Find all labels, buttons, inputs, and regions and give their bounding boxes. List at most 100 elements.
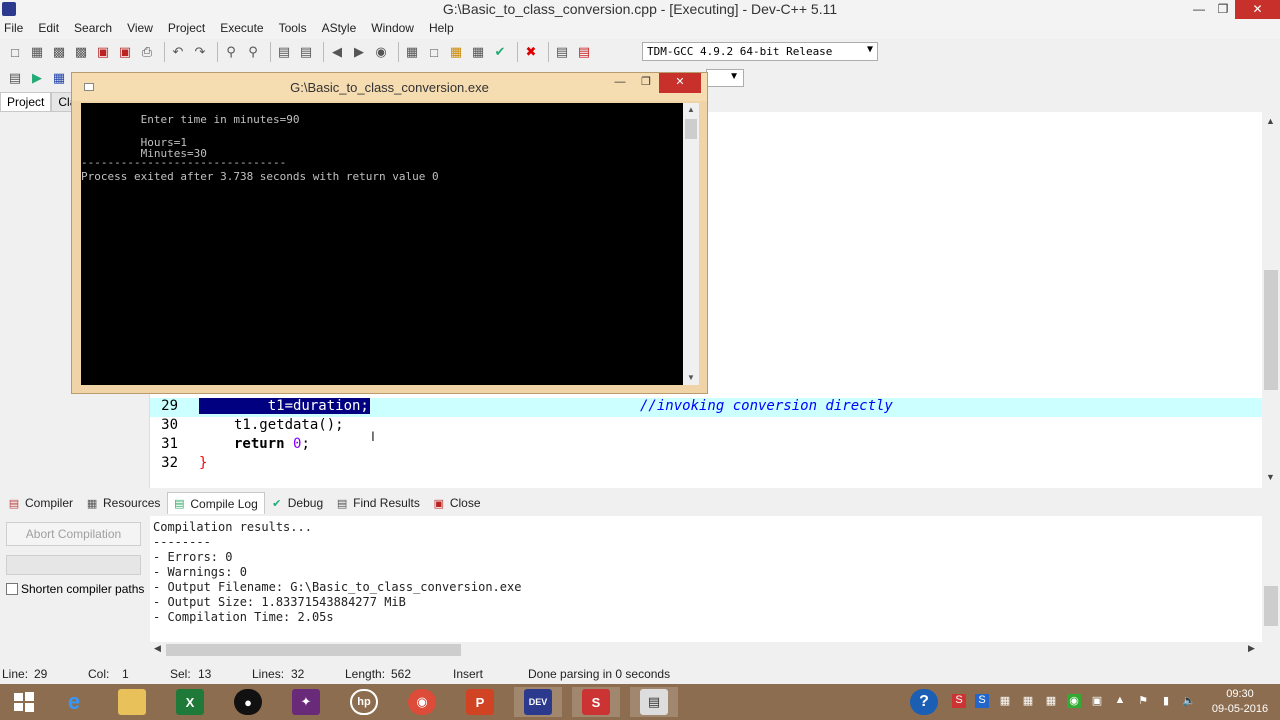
shorten-paths-option[interactable]: Shorten compiler paths: [6, 582, 144, 596]
tab-compiler[interactable]: ▤ Compiler: [2, 492, 80, 514]
menu-astyle[interactable]: AStyle: [322, 19, 364, 39]
start-button[interactable]: [0, 687, 48, 717]
compile-run-icon[interactable]: ▦: [447, 43, 465, 61]
save-all-icon[interactable]: ▩: [72, 43, 90, 61]
run-icon[interactable]: □: [425, 43, 443, 61]
indent-icon[interactable]: ◀: [328, 43, 346, 61]
taskbar-powerpoint[interactable]: P: [456, 687, 504, 717]
toggle-comment-icon[interactable]: ◉: [372, 43, 390, 61]
taskbar-devcpp[interactable]: DEV: [514, 687, 562, 717]
tab-compile-log[interactable]: ▤ Compile Log: [167, 492, 265, 514]
code-line-29[interactable]: 29 t1=duration; //invoking conversion di…: [150, 398, 1262, 417]
taskbar-explorer[interactable]: [108, 687, 156, 717]
console-maximize-button[interactable]: ❐: [633, 73, 659, 93]
tray-network-icon[interactable]: ▲: [1113, 694, 1127, 708]
scrollbar-thumb[interactable]: [166, 644, 461, 656]
abort-compilation-button[interactable]: Abort Compilation: [6, 522, 141, 546]
taskbar-console[interactable]: ▤: [630, 687, 678, 717]
menu-file[interactable]: File: [4, 19, 30, 39]
goto-line-icon[interactable]: ▤: [275, 43, 293, 61]
volume-icon[interactable]: 🔈: [1182, 694, 1196, 708]
selected-code[interactable]: t1=duration;: [199, 398, 370, 414]
unindent-icon[interactable]: ▶: [350, 43, 368, 61]
new-file-icon[interactable]: □: [6, 43, 24, 61]
replace-icon[interactable]: ⚲: [244, 43, 262, 61]
stop-execution-icon[interactable]: ✖: [522, 43, 540, 61]
menu-view[interactable]: View: [127, 19, 160, 39]
class-browser-icon[interactable]: ▦: [50, 69, 68, 87]
redo-icon[interactable]: ↷: [191, 43, 209, 61]
menu-window[interactable]: Window: [371, 19, 421, 39]
close-all-icon[interactable]: ▣: [116, 43, 134, 61]
log-scrollbar[interactable]: [1262, 516, 1280, 642]
shorten-paths-checkbox[interactable]: [6, 583, 18, 595]
tray-s2-icon[interactable]: S: [975, 694, 989, 708]
taskbar-recorder[interactable]: ●: [224, 687, 272, 717]
console-minimize-button[interactable]: —: [607, 73, 633, 93]
scrollbar-thumb[interactable]: [1264, 586, 1278, 626]
scrollbar-thumb[interactable]: [685, 119, 697, 139]
profile-icon[interactable]: ▤: [553, 43, 571, 61]
code-line-32[interactable]: 32 }: [150, 455, 1262, 474]
maximize-button[interactable]: ❐: [1208, 0, 1238, 20]
undo-icon[interactable]: ↶: [169, 43, 187, 61]
menu-edit[interactable]: Edit: [38, 19, 66, 39]
function-select[interactable]: ▼: [706, 69, 744, 87]
menu-execute[interactable]: Execute: [220, 19, 270, 39]
tab-project[interactable]: Project: [0, 92, 52, 112]
log-horizontal-scrollbar[interactable]: ◀ ▶: [150, 642, 1262, 658]
goto-icon[interactable]: ▶: [28, 69, 46, 87]
scroll-up-icon[interactable]: ▲: [687, 105, 695, 114]
print-icon[interactable]: ⎙: [138, 43, 156, 61]
find-icon[interactable]: ⚲: [222, 43, 240, 61]
menu-help[interactable]: Help: [429, 19, 461, 39]
tab-debug[interactable]: ✔ Debug: [265, 492, 330, 514]
console-output[interactable]: Enter time in minutes=90 Hours=1 Minutes…: [81, 103, 683, 385]
scroll-up-icon[interactable]: ▲: [1266, 116, 1275, 126]
compile-icon[interactable]: ▦: [403, 43, 421, 61]
insert-icon[interactable]: ▤: [6, 69, 24, 87]
scroll-right-icon[interactable]: ▶: [1248, 643, 1255, 654]
battery-icon[interactable]: ▮: [1159, 694, 1173, 708]
menu-project[interactable]: Project: [168, 19, 212, 39]
compiler-select[interactable]: TDM-GCC 4.9.2 64-bit Release ▼: [642, 42, 878, 61]
taskbar-app[interactable]: ✦: [282, 687, 330, 717]
scroll-down-icon[interactable]: ▼: [1266, 472, 1275, 482]
tray-app-icon[interactable]: ▦: [1021, 694, 1035, 708]
taskbar-chrome[interactable]: ◉: [398, 687, 446, 717]
menu-tools[interactable]: Tools: [279, 19, 314, 39]
code-line-30[interactable]: 30 t1.getdata();: [150, 417, 1262, 436]
tab-close[interactable]: ▣ Close: [427, 492, 488, 514]
clock[interactable]: 09:30 09-05-2016: [1205, 687, 1275, 717]
console-close-button[interactable]: ✕: [659, 73, 701, 93]
close-window-button[interactable]: ✕: [1235, 0, 1280, 20]
tray-display-icon[interactable]: ▣: [1090, 694, 1104, 708]
menu-search[interactable]: Search: [74, 19, 119, 39]
close-file-icon[interactable]: ▣: [94, 43, 112, 61]
taskbar-app-s[interactable]: S: [572, 687, 620, 717]
tab-find-results[interactable]: ▤ Find Results: [330, 492, 427, 514]
editor-scrollbar[interactable]: ▲ ▼: [1262, 112, 1280, 488]
tray-grid-icon[interactable]: ▦: [1044, 694, 1058, 708]
scroll-left-icon[interactable]: ◀: [154, 643, 161, 654]
taskbar-hp[interactable]: hp: [340, 687, 388, 717]
syntax-check-icon[interactable]: ✔: [491, 43, 509, 61]
compile-log[interactable]: Compilation results... -------- - Errors…: [150, 516, 1262, 642]
console-scrollbar[interactable]: ▲ ▼: [683, 103, 699, 385]
scrollbar-thumb[interactable]: [1264, 270, 1278, 390]
taskbar-excel[interactable]: X: [166, 687, 214, 717]
tab-resources[interactable]: ▦ Resources: [80, 492, 167, 514]
rebuild-icon[interactable]: ▦: [469, 43, 487, 61]
taskbar-ie[interactable]: e: [50, 687, 98, 717]
scroll-down-icon[interactable]: ▼: [687, 373, 695, 382]
toggle-bookmark-icon[interactable]: ▤: [297, 43, 315, 61]
help-tray-button[interactable]: ?: [900, 687, 948, 717]
console-window[interactable]: G:\Basic_to_class_conversion.exe — ❐ ✕ E…: [71, 72, 708, 394]
save-icon[interactable]: ▩: [50, 43, 68, 61]
tray-nvidia-icon[interactable]: ◉: [1067, 694, 1081, 708]
delete-profile-icon[interactable]: ▤: [575, 43, 593, 61]
code-line-31[interactable]: 31 return 0;: [150, 436, 1262, 455]
tray-flag-icon[interactable]: ⚑: [1136, 694, 1150, 708]
open-file-icon[interactable]: ▦: [28, 43, 46, 61]
tray-windows-icon[interactable]: ▦: [998, 694, 1012, 708]
